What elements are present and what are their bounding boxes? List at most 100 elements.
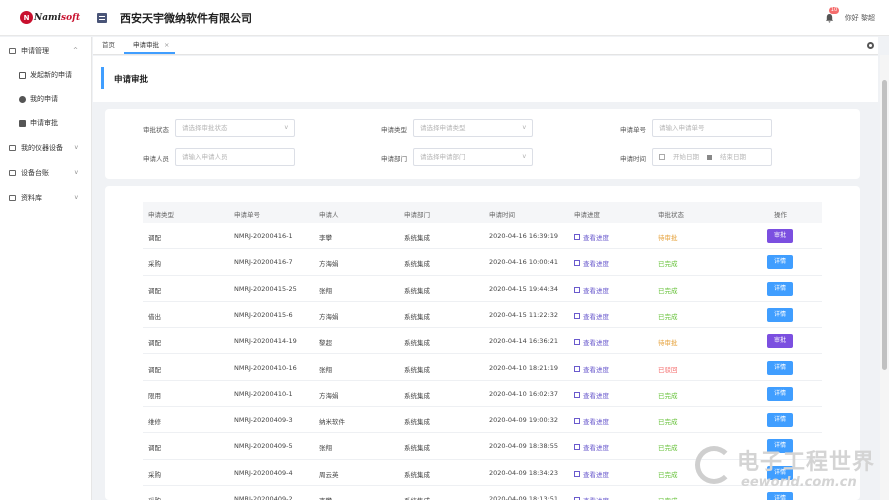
approve-button[interactable]: 审批	[767, 334, 793, 349]
cell-dept: 系统集成	[404, 470, 430, 479]
detail-button[interactable]: 详情	[767, 386, 793, 401]
gear-icon[interactable]	[867, 42, 874, 49]
document-icon	[19, 119, 26, 127]
view-progress-link[interactable]: 查看进度	[574, 285, 609, 295]
end-date-placeholder[interactable]: 结束日期	[720, 149, 746, 165]
number-filter-label: 申请单号	[620, 126, 646, 134]
view-progress-link[interactable]: 查看进度	[574, 495, 609, 500]
cell-no: NMRJ-20200409-5	[234, 442, 293, 451]
scrollbar-thumb[interactable]	[882, 80, 887, 370]
cell-person: 方海娟	[319, 391, 339, 400]
menu-toggle-icon[interactable]	[97, 12, 107, 23]
cell-time: 2020-04-09 18:13:51	[489, 495, 559, 500]
cell-type: 采购	[148, 495, 161, 500]
cell-dept: 系统集成	[404, 234, 430, 242]
cell-time: 2020-04-09 18:34:23	[489, 468, 559, 477]
view-progress-link[interactable]: 查看进度	[574, 258, 609, 268]
view-progress-link[interactable]: 查看进度	[574, 311, 609, 321]
start-date-placeholder[interactable]: 开始日期	[673, 149, 699, 165]
detail-button[interactable]: 详情	[767, 255, 793, 270]
table-header: 申请类型 申请单号 申请人 申请部门 申请时间 申请进度 审批状态 操作	[143, 202, 822, 223]
view-progress-link[interactable]: 查看进度	[574, 337, 609, 347]
number-input[interactable]: 请输入申请单号	[652, 119, 772, 137]
type-select[interactable]: 请选择申请类型 v	[413, 119, 533, 137]
view-progress-link[interactable]: 查看进度	[574, 416, 609, 426]
logo-text: Namisoft	[34, 12, 81, 23]
person-input[interactable]: 请输入申请人员	[175, 148, 295, 166]
folder-icon	[9, 144, 16, 151]
filter-panel: 审批状态 请选择审批状态 v 申请类型 请选择申请类型 v 申请单号 请输入申请单号…	[105, 109, 860, 179]
sidebar-item-my-apply[interactable]: 我的申请	[0, 87, 91, 111]
page-title-card: 申请审批	[93, 56, 878, 102]
progress-label: 查看进度	[583, 365, 609, 374]
sidebar: 申请管理 ^ 发起新的申请 我的申请 申请审批 我的仪器设备 v 设备台账 v …	[0, 37, 92, 500]
progress-icon	[574, 418, 580, 425]
user-icon	[19, 95, 26, 103]
sidebar-item-approval[interactable]: 申请审批	[0, 111, 91, 135]
cell-dept: 系统集成	[404, 365, 430, 374]
tab-label: 申请审批	[133, 41, 159, 49]
cell-time: 2020-04-16 16:39:19	[489, 232, 559, 240]
page-scrollbar[interactable]	[880, 55, 889, 500]
sidebar-group-apply-mgmt[interactable]: 申请管理 ^	[0, 38, 91, 63]
notification-bell-icon[interactable]: 10	[825, 7, 840, 23]
cell-person: 张翔	[319, 365, 332, 374]
close-icon[interactable]: ×	[164, 41, 169, 49]
dept-select[interactable]: 请选择申请部门 v	[413, 148, 533, 166]
cell-dept: 系统集成	[404, 391, 430, 400]
view-progress-link[interactable]: 查看进度	[574, 364, 609, 374]
dept-filter-label: 申请部门	[381, 155, 407, 163]
view-progress-link[interactable]: 查看进度	[574, 442, 609, 452]
status-badge: 已驳回	[658, 365, 678, 374]
folder-icon	[9, 169, 16, 176]
cell-person: 方海娟	[319, 260, 339, 269]
sidebar-group-label: 设备台账	[21, 168, 49, 177]
cell-time: 2020-04-10 16:02:37	[489, 389, 559, 398]
approve-button[interactable]: 审批	[767, 229, 793, 243]
progress-label: 查看进度	[583, 391, 609, 400]
table-row: 调配 NMRJ-20200416-1 李攀 系统集成 2020-04-16 16:39:…	[143, 223, 822, 250]
user-greeting[interactable]: 你好 黎超	[845, 13, 875, 23]
sidebar-group-label: 我的仪器设备	[21, 143, 63, 152]
date-range-picker[interactable]: 开始日期 结束日期	[652, 148, 772, 166]
progress-icon	[574, 444, 580, 451]
progress-label: 查看进度	[583, 312, 609, 321]
tab-home[interactable]: 首页	[93, 36, 124, 54]
view-progress-link[interactable]: 查看进度	[574, 469, 609, 479]
status-badge: 待审批	[658, 234, 678, 242]
cell-no: NMRJ-20200416-7	[234, 258, 293, 267]
chevron-down-icon: v	[522, 124, 526, 131]
cell-person: 方海娟	[319, 312, 339, 321]
progress-icon	[574, 260, 580, 267]
sidebar-group-my-devices[interactable]: 我的仪器设备 v	[0, 135, 91, 160]
cell-time: 2020-04-09 19:00:32	[489, 416, 559, 425]
progress-icon	[574, 312, 580, 319]
sidebar-group-label: 资料库	[21, 193, 42, 202]
view-progress-link[interactable]: 查看进度	[574, 390, 609, 400]
chevron-down-icon: v	[74, 169, 78, 176]
sidebar-group-device-ledger[interactable]: 设备台账 v	[0, 160, 91, 185]
sidebar-group-library[interactable]: 资料库 v	[0, 185, 91, 210]
tab-approval[interactable]: 申请审批 ×	[124, 36, 176, 54]
cell-person: 李攀	[319, 234, 332, 242]
status-select[interactable]: 请选择审批状态 v	[175, 119, 295, 137]
detail-button[interactable]: 详情	[767, 360, 793, 375]
company-logo[interactable]: N Namisoft	[0, 0, 92, 36]
status-badge: 已完成	[658, 444, 678, 453]
detail-button[interactable]: 详情	[767, 281, 793, 296]
view-progress-link[interactable]: 查看进度	[574, 232, 609, 242]
time-filter-label: 申请时间	[620, 155, 646, 163]
sidebar-item-new-apply[interactable]: 发起新的申请	[0, 63, 91, 87]
logo-icon: N	[20, 11, 33, 24]
person-input-placeholder: 请输入申请人员	[182, 153, 228, 161]
cell-no: NMRJ-20200415-6	[234, 310, 293, 319]
number-input-placeholder: 请输入申请单号	[659, 124, 705, 132]
table-row: 调配 NMRJ-20200410-16 张翔 系统集成 2020-04-10 18:21…	[143, 355, 822, 381]
detail-button[interactable]: 详情	[767, 413, 793, 428]
type-select-placeholder: 请选择申请类型	[420, 124, 466, 132]
cell-dept: 系统集成	[404, 286, 430, 295]
progress-label: 查看进度	[583, 339, 609, 348]
cell-no: NMRJ-20200416-1	[234, 232, 293, 240]
detail-button[interactable]: 详情	[767, 307, 793, 322]
edit-icon	[19, 71, 26, 79]
